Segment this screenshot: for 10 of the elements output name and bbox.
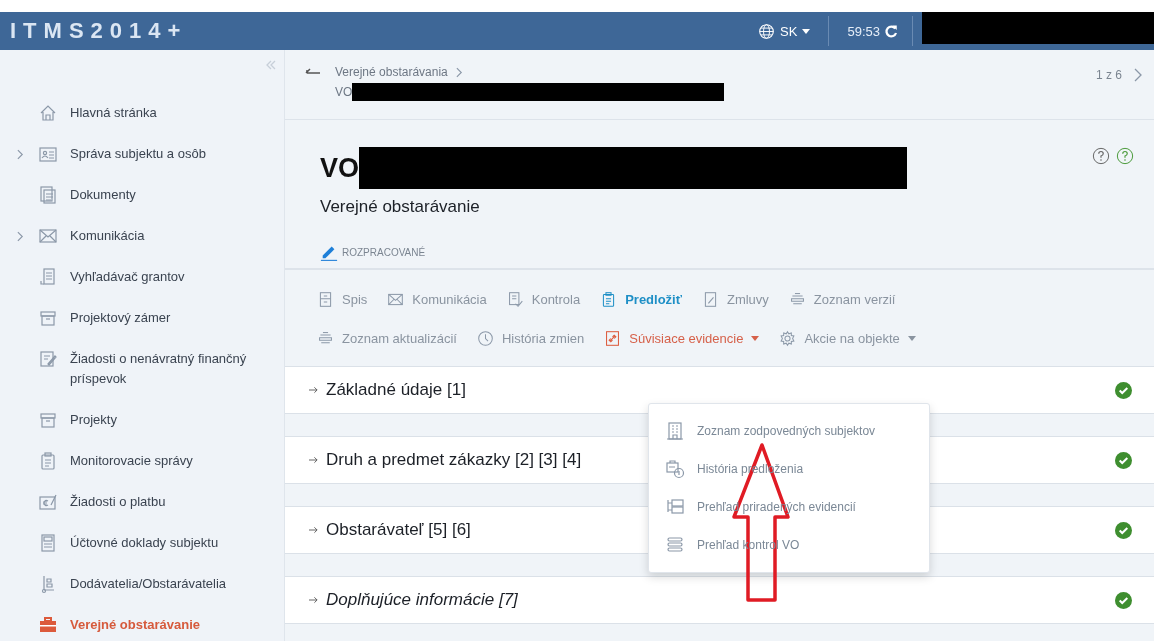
record-subtitle: Verejné obstarávanie (320, 197, 481, 217)
section-title: Doplňujúce informácie [7] (326, 590, 518, 610)
breadcrumb-current: VO (335, 85, 353, 99)
pager-text: 1 z 6 (1096, 68, 1122, 82)
record-title: VO (320, 152, 359, 184)
status-label: ROZPRACOVANÉ (342, 246, 426, 258)
section-title: Druh a predmet zákazky [2] [3] [4] (326, 450, 582, 470)
section-title: Základné údaje [1] (326, 380, 466, 400)
section-title: Obstarávateľ [5] [6] (326, 520, 471, 540)
session-timer: 59:53 (847, 23, 880, 39)
